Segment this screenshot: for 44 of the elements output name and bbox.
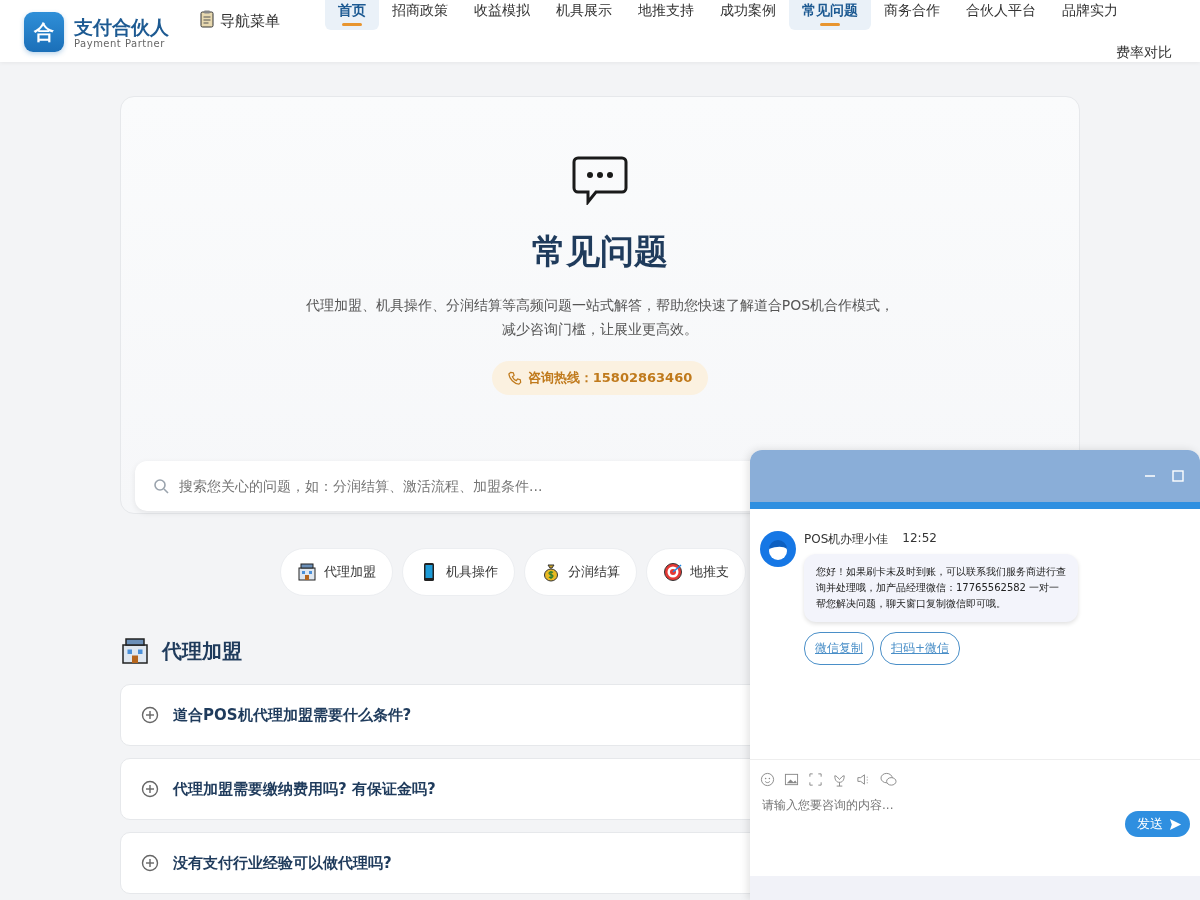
category-button[interactable]: 地推支 (646, 548, 746, 596)
nav-tab[interactable]: 首页 (325, 0, 379, 30)
action-link[interactable]: 微信复制 (804, 632, 874, 665)
maximize-icon[interactable] (1172, 470, 1184, 482)
screenshot-icon[interactable] (808, 772, 823, 787)
emoji-icon[interactable] (760, 772, 775, 787)
shop-icon (120, 636, 150, 666)
nav-tab[interactable]: 商务合作 (871, 0, 953, 30)
agent-avatar (760, 531, 796, 567)
chat-bubbles-icon[interactable] (880, 772, 897, 787)
clipboard-icon (200, 10, 214, 28)
site-name[interactable]: 支付合伙人 (74, 15, 169, 38)
menu-toggle[interactable]: 导航菜单 (200, 0, 284, 34)
nav-tab[interactable]: 机具展示 (543, 0, 625, 30)
nav-tab[interactable]: 合伙人平台 (953, 0, 1049, 30)
flower-icon[interactable] (832, 772, 847, 787)
nav-tab[interactable]: 招商政策 (379, 0, 461, 30)
nav-tab[interactable]: 地推支持 (625, 0, 707, 30)
phone-icon (507, 371, 522, 385)
sender-name: POS机办理小佳 (804, 531, 889, 548)
nav-tab[interactable]: 成功案例 (707, 0, 789, 30)
page-description: 代理加盟、机具操作、分润结算等高频问题一站式解答，帮助您快速了解道合POS机合作模式，减少咨询门槛，让展业更高效。 (304, 296, 896, 339)
action-link[interactable]: 扫码+微信 (880, 632, 961, 665)
message-time: 12:52 (902, 531, 937, 547)
nav-tab[interactable]: 收益模拟 (461, 0, 543, 30)
money-bag-icon (541, 562, 561, 582)
page-title: 常见问题 (532, 230, 668, 273)
speech-bubble-icon (572, 155, 628, 205)
category-button[interactable]: 机具操作 (402, 548, 515, 596)
search-icon (153, 478, 169, 494)
site-tagline: Payment Partner (74, 37, 165, 49)
category-button[interactable]: 分润结算 (524, 548, 637, 596)
target-icon (663, 562, 683, 582)
logo-icon[interactable]: 合 (24, 12, 64, 52)
send-icon (1169, 817, 1182, 831)
nav-tab[interactable]: 常见问题 (789, 0, 871, 30)
nav-tab[interactable]: 费率对比 (1103, 34, 1185, 72)
shop-icon (297, 562, 317, 582)
message-bubble: 您好！如果刷卡未及时到账，可以联系我们服务商进行查询并处理哦，加产品经理微信：17765562582 一对一帮您解决问题，聊天窗口复制微信即可哦。 (804, 554, 1078, 622)
category-button[interactable]: 代理加盟 (280, 548, 393, 596)
speaker-icon[interactable] (856, 772, 871, 787)
section-title: 代理加盟 (162, 637, 242, 665)
image-icon[interactable] (784, 772, 799, 787)
nav-tab[interactable]: 品牌实力 (1049, 0, 1131, 30)
